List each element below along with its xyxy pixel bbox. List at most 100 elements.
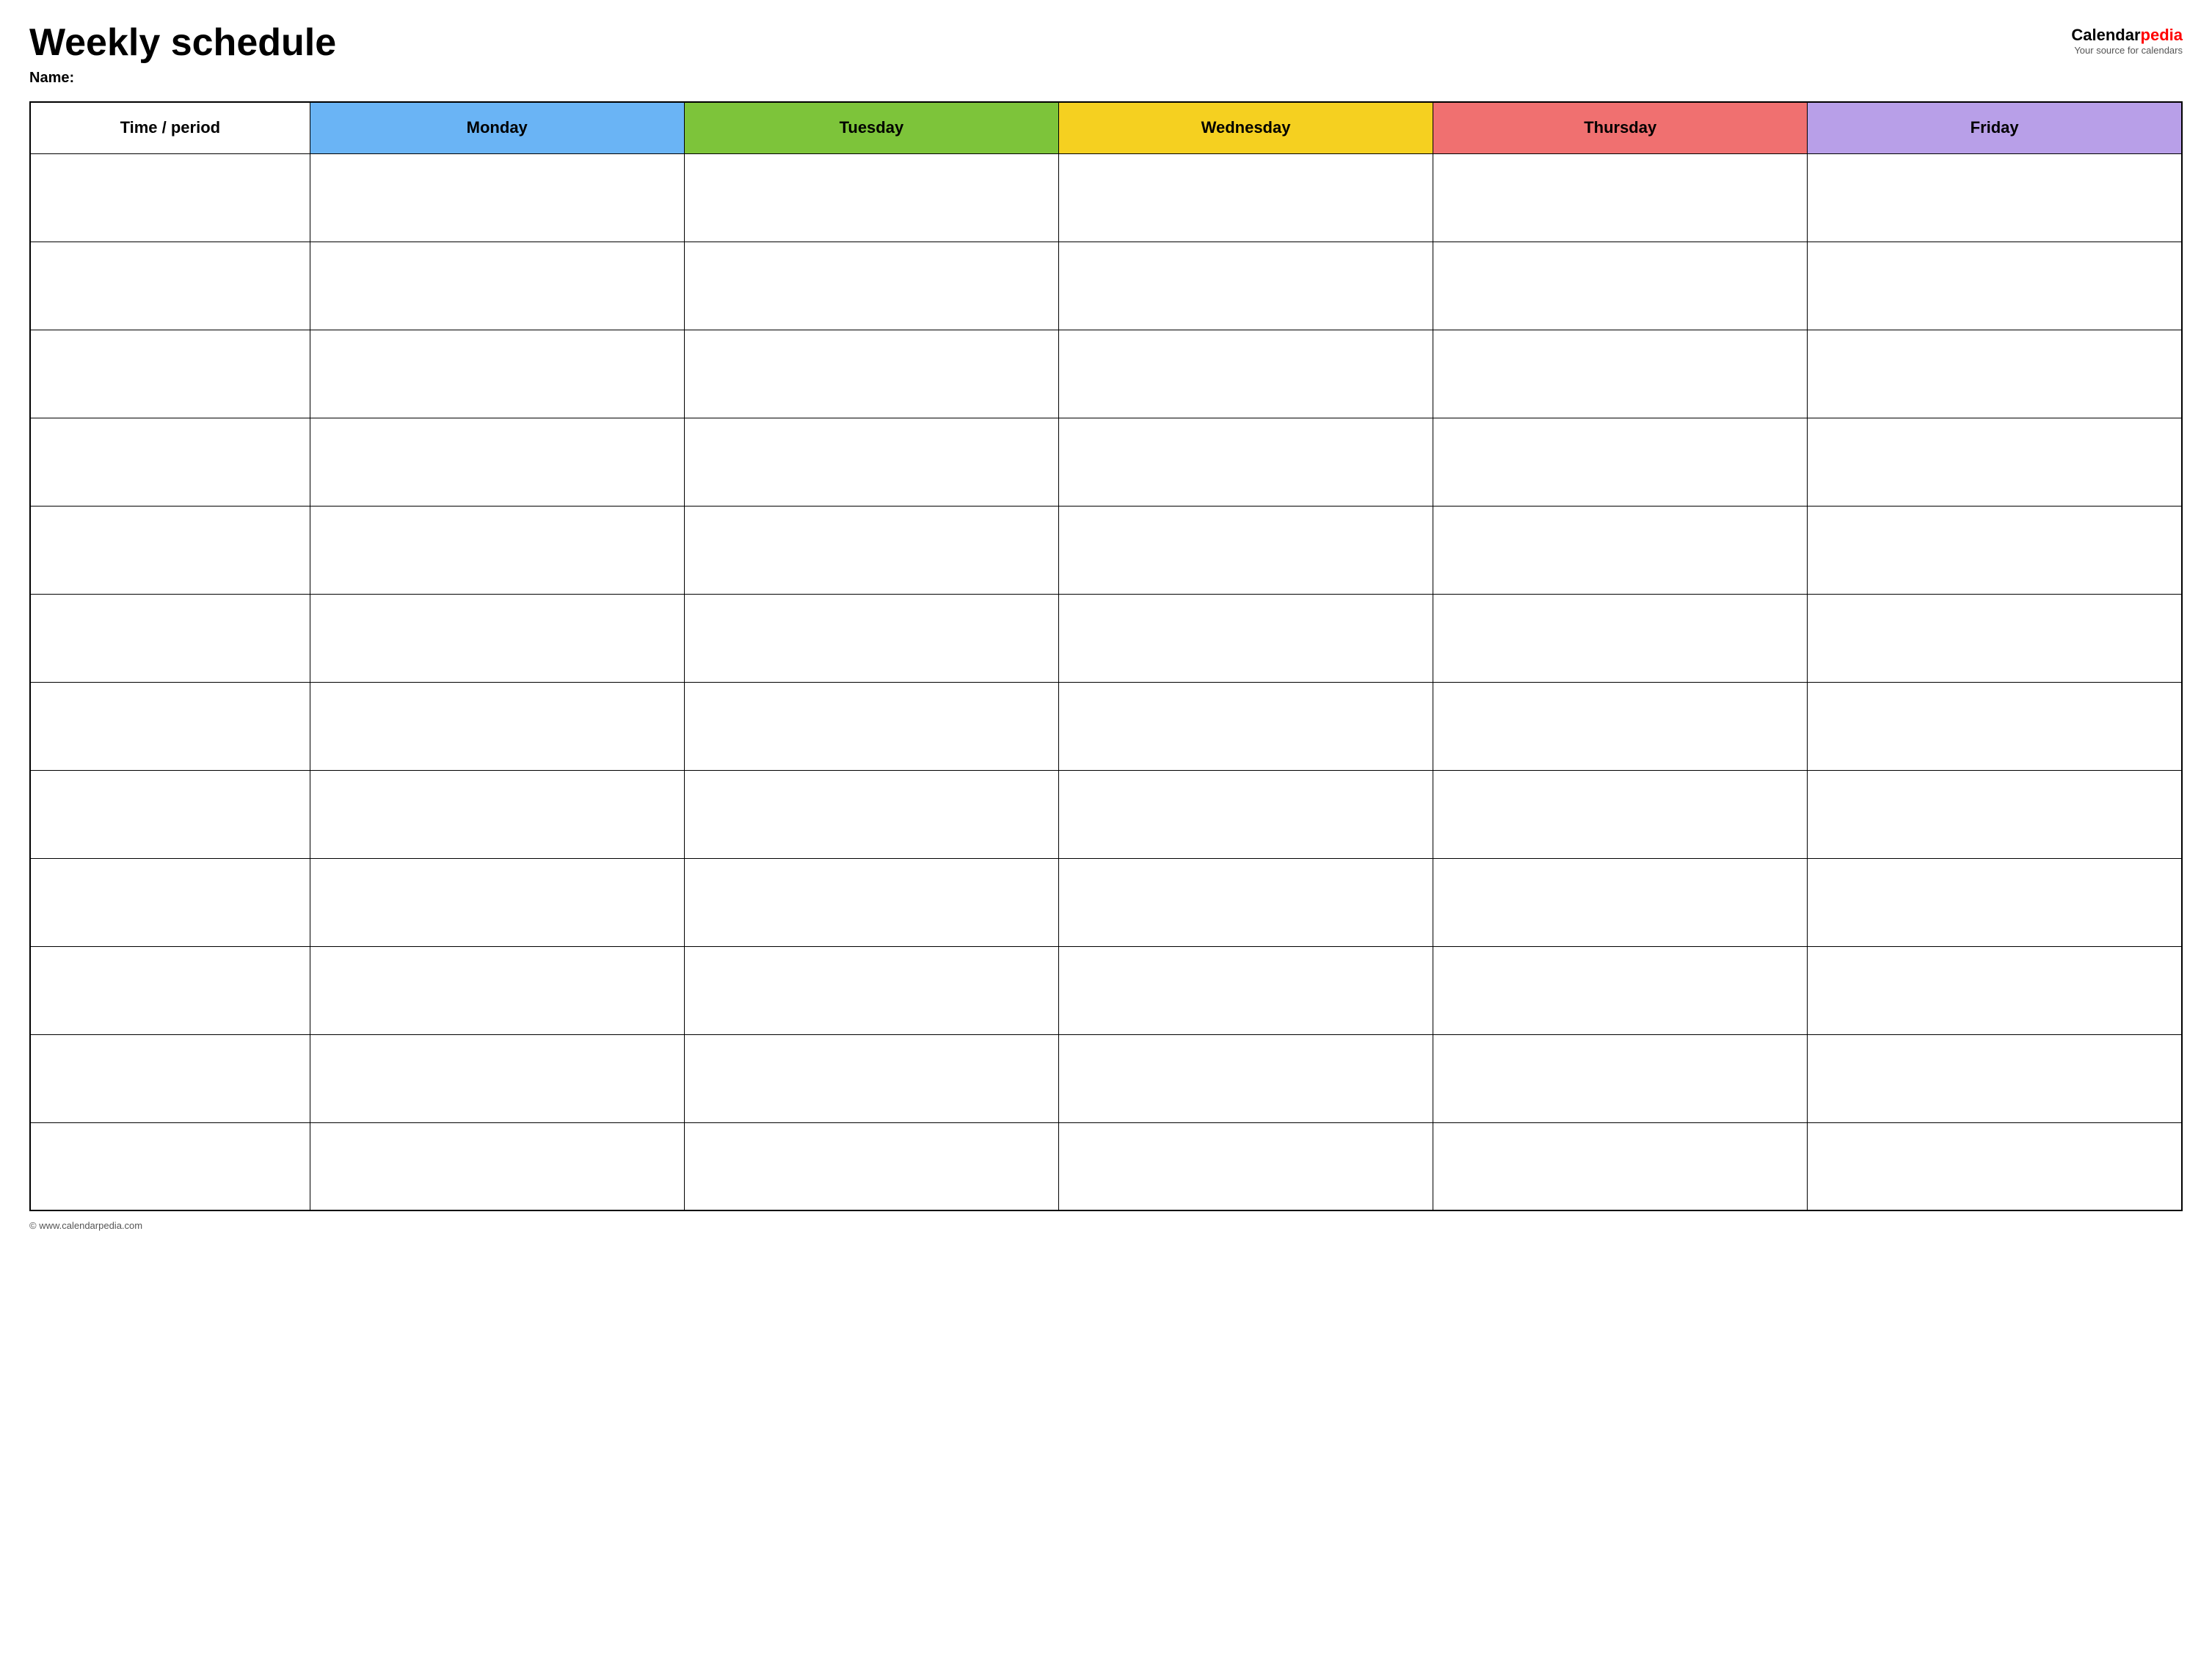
table-cell[interactable] bbox=[1433, 242, 1808, 330]
table-cell[interactable] bbox=[1058, 682, 1433, 770]
table-cell[interactable] bbox=[684, 1122, 1058, 1210]
table-cell[interactable] bbox=[684, 858, 1058, 946]
table-cell[interactable] bbox=[1808, 506, 2182, 594]
table-cell[interactable] bbox=[30, 242, 310, 330]
table-cell[interactable] bbox=[1433, 506, 1808, 594]
table-cell[interactable] bbox=[1433, 153, 1808, 242]
table-cell[interactable] bbox=[684, 418, 1058, 506]
table-cell[interactable] bbox=[1808, 946, 2182, 1034]
table-cell[interactable] bbox=[1433, 1122, 1808, 1210]
table-cell[interactable] bbox=[30, 594, 310, 682]
table-cell[interactable] bbox=[310, 330, 684, 418]
table-cell[interactable] bbox=[1808, 858, 2182, 946]
logo-tagline: Your source for calendars bbox=[2074, 45, 2183, 56]
table-cell[interactable] bbox=[30, 682, 310, 770]
table-cell[interactable] bbox=[30, 946, 310, 1034]
table-cell[interactable] bbox=[310, 858, 684, 946]
table-row bbox=[30, 1122, 2182, 1210]
table-cell[interactable] bbox=[1433, 1034, 1808, 1122]
table-cell[interactable] bbox=[684, 506, 1058, 594]
table-cell[interactable] bbox=[30, 330, 310, 418]
table-cell[interactable] bbox=[1058, 330, 1433, 418]
table-cell[interactable] bbox=[1433, 418, 1808, 506]
table-cell[interactable] bbox=[684, 242, 1058, 330]
table-cell[interactable] bbox=[30, 770, 310, 858]
table-cell[interactable] bbox=[1058, 153, 1433, 242]
table-cell[interactable] bbox=[1058, 858, 1433, 946]
schedule-table: Time / period Monday Tuesday Wednesday T… bbox=[29, 101, 2183, 1211]
table-cell[interactable] bbox=[310, 418, 684, 506]
footer: © www.calendarpedia.com bbox=[29, 1220, 2183, 1231]
table-cell[interactable] bbox=[1433, 858, 1808, 946]
col-header-friday: Friday bbox=[1808, 102, 2182, 153]
table-cell[interactable] bbox=[310, 242, 684, 330]
table-cell[interactable] bbox=[684, 682, 1058, 770]
table-cell[interactable] bbox=[310, 153, 684, 242]
table-cell[interactable] bbox=[684, 946, 1058, 1034]
logo-pedia: pedia bbox=[2141, 26, 2183, 44]
table-row bbox=[30, 330, 2182, 418]
table-row bbox=[30, 242, 2182, 330]
table-cell[interactable] bbox=[1808, 594, 2182, 682]
col-header-thursday: Thursday bbox=[1433, 102, 1808, 153]
table-cell[interactable] bbox=[30, 858, 310, 946]
table-cell[interactable] bbox=[1808, 1122, 2182, 1210]
col-header-time: Time / period bbox=[30, 102, 310, 153]
table-header-row: Time / period Monday Tuesday Wednesday T… bbox=[30, 102, 2182, 153]
table-cell[interactable] bbox=[1433, 770, 1808, 858]
table-cell[interactable] bbox=[1808, 1034, 2182, 1122]
col-header-wednesday: Wednesday bbox=[1058, 102, 1433, 153]
name-label: Name: bbox=[29, 70, 336, 87]
table-cell[interactable] bbox=[1058, 594, 1433, 682]
table-cell[interactable] bbox=[1808, 418, 2182, 506]
table-cell[interactable] bbox=[684, 153, 1058, 242]
table-cell[interactable] bbox=[1808, 770, 2182, 858]
table-row bbox=[30, 770, 2182, 858]
table-row bbox=[30, 153, 2182, 242]
table-cell[interactable] bbox=[1058, 770, 1433, 858]
table-cell[interactable] bbox=[30, 506, 310, 594]
table-cell[interactable] bbox=[1433, 682, 1808, 770]
table-cell[interactable] bbox=[30, 153, 310, 242]
table-cell[interactable] bbox=[1058, 242, 1433, 330]
table-cell[interactable] bbox=[684, 594, 1058, 682]
table-cell[interactable] bbox=[1058, 1122, 1433, 1210]
table-cell[interactable] bbox=[1058, 1034, 1433, 1122]
logo-text: Calendarpedia bbox=[2071, 26, 2183, 45]
table-cell[interactable] bbox=[684, 1034, 1058, 1122]
table-cell[interactable] bbox=[1058, 946, 1433, 1034]
table-cell[interactable] bbox=[1808, 330, 2182, 418]
table-cell[interactable] bbox=[310, 506, 684, 594]
table-row bbox=[30, 594, 2182, 682]
page-title: Weekly schedule bbox=[29, 22, 336, 64]
table-row bbox=[30, 1034, 2182, 1122]
table-cell[interactable] bbox=[30, 1034, 310, 1122]
footer-url: © www.calendarpedia.com bbox=[29, 1220, 142, 1231]
table-cell[interactable] bbox=[684, 770, 1058, 858]
page-header: Weekly schedule Name: Calendarpedia Your… bbox=[29, 22, 2183, 87]
table-cell[interactable] bbox=[310, 770, 684, 858]
table-cell[interactable] bbox=[30, 1122, 310, 1210]
table-cell[interactable] bbox=[310, 1122, 684, 1210]
table-row bbox=[30, 418, 2182, 506]
col-header-tuesday: Tuesday bbox=[684, 102, 1058, 153]
table-cell[interactable] bbox=[1058, 418, 1433, 506]
table-cell[interactable] bbox=[310, 1034, 684, 1122]
logo-calendar: Calendar bbox=[2071, 26, 2140, 44]
table-row bbox=[30, 682, 2182, 770]
table-row bbox=[30, 946, 2182, 1034]
table-cell[interactable] bbox=[1058, 506, 1433, 594]
table-row bbox=[30, 506, 2182, 594]
table-cell[interactable] bbox=[1433, 946, 1808, 1034]
table-cell[interactable] bbox=[310, 946, 684, 1034]
table-cell[interactable] bbox=[1433, 594, 1808, 682]
table-cell[interactable] bbox=[310, 594, 684, 682]
table-cell[interactable] bbox=[1808, 682, 2182, 770]
table-cell[interactable] bbox=[310, 682, 684, 770]
table-cell[interactable] bbox=[30, 418, 310, 506]
table-cell[interactable] bbox=[684, 330, 1058, 418]
table-cell[interactable] bbox=[1433, 330, 1808, 418]
table-cell[interactable] bbox=[1808, 153, 2182, 242]
col-header-monday: Monday bbox=[310, 102, 684, 153]
table-cell[interactable] bbox=[1808, 242, 2182, 330]
